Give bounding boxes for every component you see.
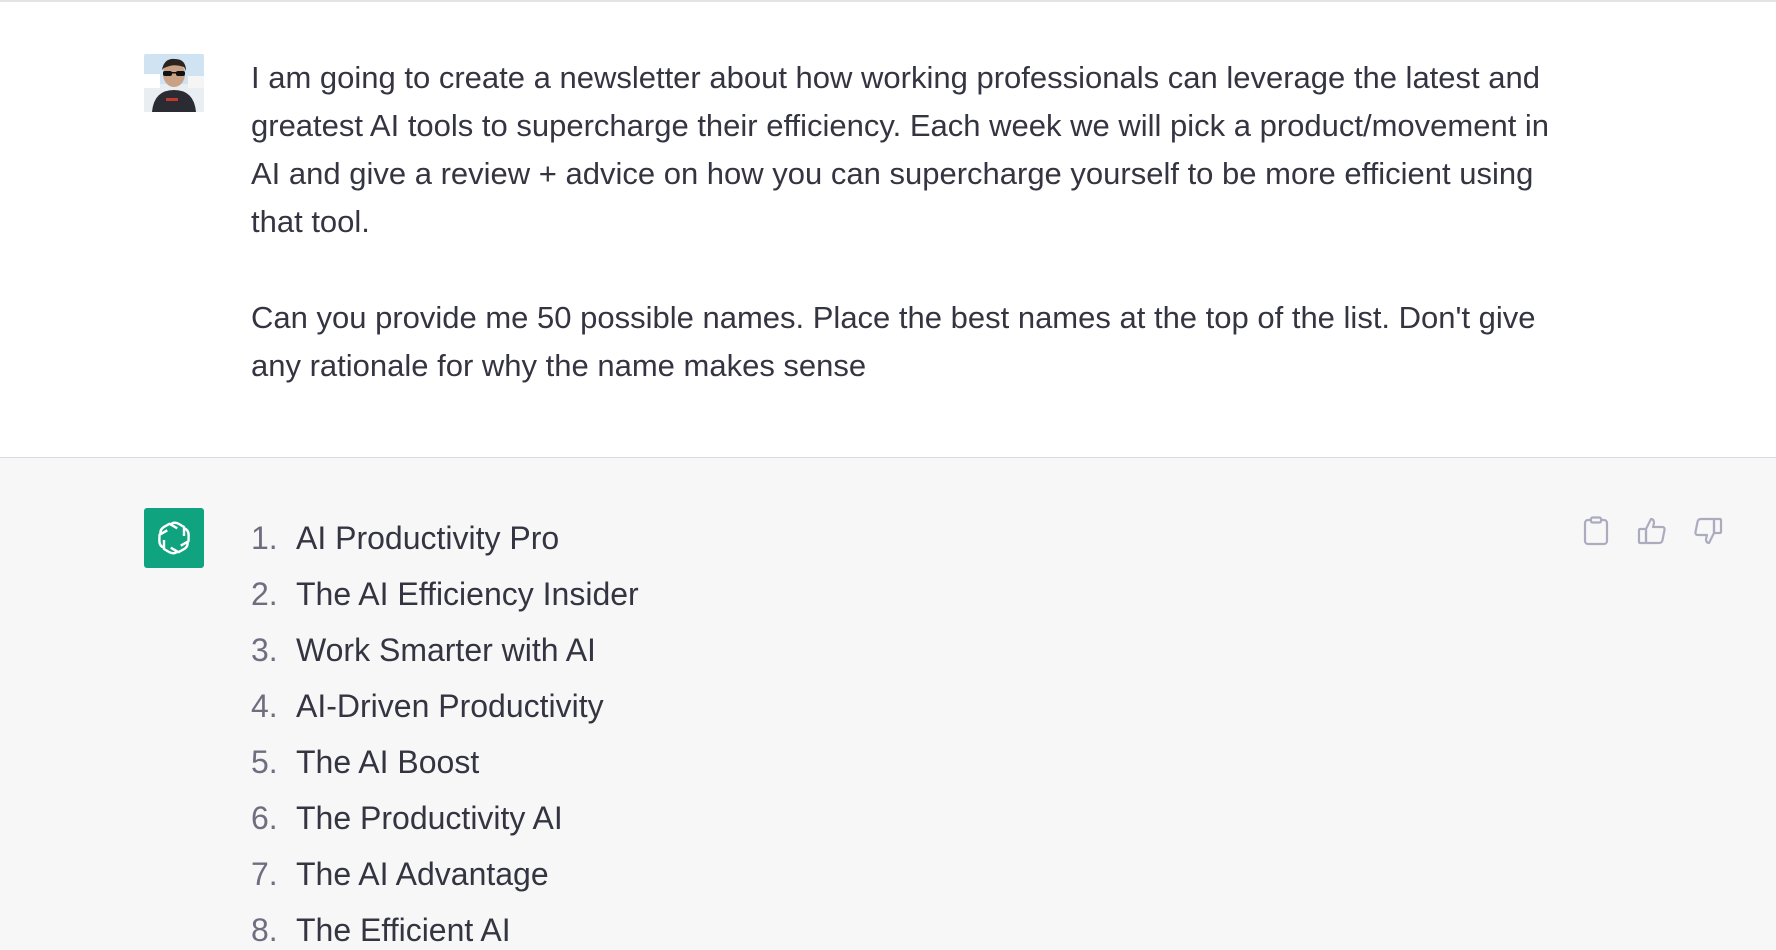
thumbs-up-icon (1637, 517, 1666, 545)
list-item: 8. The Efficient AI (251, 902, 639, 950)
user-message-paragraph: Can you provide me 50 possible names. Pl… (251, 300, 1536, 383)
user-avatar (144, 54, 204, 112)
clipboard-icon (1583, 516, 1609, 546)
user-message-text: I am going to create a newsletter about … (251, 54, 1581, 390)
list-item-text: AI Productivity Pro (296, 520, 560, 556)
list-item-number: 5. (251, 744, 278, 780)
list-item-text: The AI Advantage (296, 856, 549, 892)
list-item-number: 3. (251, 632, 278, 668)
list-item: 6. The Productivity AI (251, 790, 639, 846)
names-list: 1. AI Productivity Pro 2. The AI Efficienc… (251, 510, 639, 950)
thumbs-up-button[interactable] (1636, 514, 1668, 548)
thumbs-down-button[interactable] (1692, 514, 1724, 548)
list-item-text: Work Smarter with AI (296, 632, 596, 668)
list-item: 1. AI Productivity Pro (251, 510, 639, 566)
list-item: 5. The AI Boost (251, 734, 639, 790)
list-item-text: AI-Driven Productivity (296, 688, 604, 724)
list-item-text: The AI Efficiency Insider (296, 576, 639, 612)
chat-page: I am going to create a newsletter about … (0, 0, 1776, 950)
list-item: 4. AI-Driven Productivity (251, 678, 639, 734)
list-item-number: 4. (251, 688, 278, 724)
list-item-number: 2. (251, 576, 278, 612)
list-item-text: The Efficient AI (296, 912, 511, 948)
list-item: 2. The AI Efficiency Insider (251, 566, 639, 622)
openai-logo-icon (158, 521, 190, 555)
list-item-number: 8. (251, 912, 278, 948)
list-item-number: 7. (251, 856, 278, 892)
list-item-number: 6. (251, 800, 278, 836)
user-message-block: I am going to create a newsletter about … (0, 2, 1776, 458)
list-item: 7. The AI Advantage (251, 846, 639, 902)
list-item: 3. Work Smarter with AI (251, 622, 639, 678)
list-item-text: The Productivity AI (296, 800, 563, 836)
thumbs-down-icon (1694, 517, 1723, 545)
user-message-paragraph: I am going to create a newsletter about … (251, 60, 1550, 239)
list-item-text: The AI Boost (296, 744, 480, 780)
assistant-avatar (144, 508, 204, 568)
message-actions (1580, 514, 1724, 548)
list-item-number: 1. (251, 520, 278, 556)
copy-button[interactable] (1580, 514, 1612, 548)
